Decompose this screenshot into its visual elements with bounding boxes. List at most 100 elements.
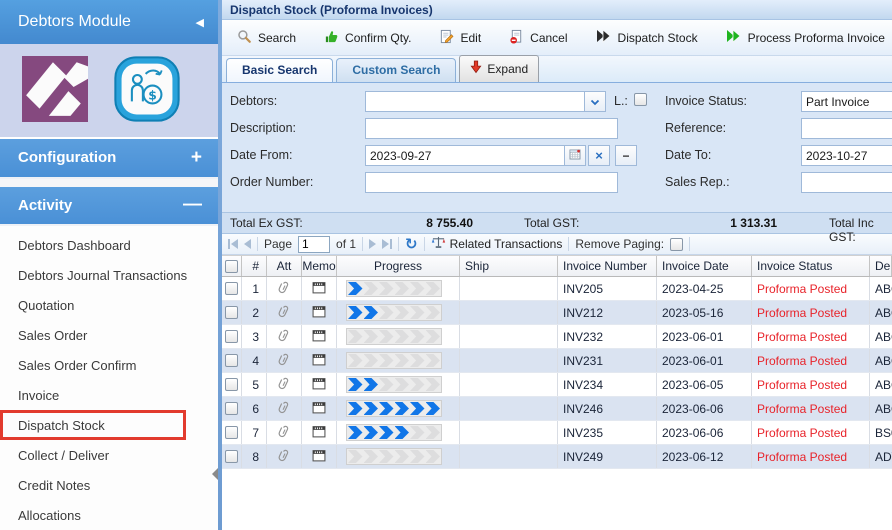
- related-transactions-button[interactable]: Related Transactions: [431, 236, 563, 252]
- edit-button[interactable]: Edit: [430, 24, 490, 52]
- table-row[interactable]: 6INV2462023-06-06Proforma PostedABC0: [222, 397, 892, 421]
- column-header-select[interactable]: [222, 256, 242, 276]
- row-select-cell[interactable]: [222, 301, 242, 324]
- row-checkbox[interactable]: [225, 330, 238, 343]
- memo-cell[interactable]: [302, 325, 337, 348]
- memo-cell[interactable]: [302, 445, 337, 468]
- sidebar-item-sales-order-confirm[interactable]: Sales Order Confirm: [0, 350, 218, 380]
- reference-input[interactable]: [801, 118, 892, 139]
- sidebar-item-debtors-dashboard[interactable]: Debtors Dashboard: [0, 230, 218, 260]
- date-from-clear-button[interactable]: ×: [588, 145, 610, 166]
- accordion-activity[interactable]: Activity —: [0, 187, 218, 226]
- memo-cell[interactable]: [302, 301, 337, 324]
- page-number-input[interactable]: [298, 236, 330, 253]
- row-select-cell[interactable]: [222, 373, 242, 396]
- description-input[interactable]: [365, 118, 618, 139]
- date-from-input[interactable]: [365, 145, 565, 166]
- sidebar-item-quotation[interactable]: Quotation: [0, 290, 218, 320]
- invoice-date-cell: 2023-06-06: [657, 397, 752, 420]
- last-page-button[interactable]: [382, 239, 392, 249]
- accordion-configuration[interactable]: Configuration +: [0, 139, 218, 178]
- cancel-button[interactable]: Cancel: [500, 24, 576, 52]
- search-button[interactable]: Search: [228, 24, 305, 52]
- table-row[interactable]: 3INV2322023-06-01Proforma PostedABC0: [222, 325, 892, 349]
- attachment-cell[interactable]: [267, 373, 302, 396]
- tab-custom-search[interactable]: Custom Search: [336, 58, 456, 82]
- table-row[interactable]: 5INV2342023-06-05Proforma PostedABC0: [222, 373, 892, 397]
- row-checkbox[interactable]: [225, 378, 238, 391]
- row-select-cell[interactable]: [222, 325, 242, 348]
- total-inc-gst-label: Total Inc GST:: [829, 216, 892, 244]
- attachment-cell[interactable]: [267, 277, 302, 300]
- sidebar-item-invoice[interactable]: Invoice: [0, 380, 218, 410]
- row-checkbox[interactable]: [225, 354, 238, 367]
- row-select-cell[interactable]: [222, 397, 242, 420]
- progress-cell: [337, 277, 460, 300]
- row-checkbox[interactable]: [225, 282, 238, 295]
- invoice-status-dropdown[interactable]: [801, 91, 892, 112]
- prev-page-button[interactable]: [244, 239, 251, 249]
- dispatch-stock-button[interactable]: Dispatch Stock: [587, 24, 707, 51]
- refresh-icon[interactable]: ↻: [405, 237, 418, 252]
- l-checkbox[interactable]: [634, 93, 647, 106]
- column-header-debtor[interactable]: Debtor: [870, 256, 892, 276]
- attachment-cell[interactable]: [267, 301, 302, 324]
- row-checkbox[interactable]: [225, 450, 238, 463]
- memo-cell[interactable]: [302, 397, 337, 420]
- row-select-cell[interactable]: [222, 421, 242, 444]
- first-page-button[interactable]: [228, 239, 238, 249]
- sidebar-item-collect-deliver[interactable]: Collect / Deliver: [0, 440, 218, 470]
- attachment-cell[interactable]: [267, 397, 302, 420]
- date-from-calendar-button[interactable]: [564, 145, 586, 166]
- sidebar-item-allocations[interactable]: Allocations: [0, 500, 218, 530]
- order-number-input[interactable]: [365, 172, 618, 193]
- attachment-cell[interactable]: [267, 325, 302, 348]
- sidebar-collapse-icon[interactable]: ◀: [196, 16, 204, 29]
- tab-basic-search[interactable]: Basic Search: [226, 58, 333, 82]
- invoice-status-cell: Proforma Posted: [752, 373, 870, 396]
- expand-button[interactable]: Expand: [459, 55, 539, 82]
- sidebar-item-dispatch-stock[interactable]: Dispatch Stock: [0, 410, 186, 440]
- row-checkbox[interactable]: [225, 426, 238, 439]
- column-header-att[interactable]: Att: [267, 256, 302, 276]
- sales-rep-input[interactable]: [801, 172, 892, 193]
- debtors-dropdown-button[interactable]: [584, 91, 606, 112]
- row-select-cell[interactable]: [222, 277, 242, 300]
- table-row[interactable]: 2INV2122023-05-16Proforma PostedABC0: [222, 301, 892, 325]
- column-header-#[interactable]: #: [242, 256, 267, 276]
- date-from-minus-button[interactable]: −: [615, 145, 637, 166]
- column-header-ship[interactable]: Ship: [460, 256, 558, 276]
- row-checkbox[interactable]: [225, 306, 238, 319]
- date-to-input[interactable]: [801, 145, 892, 166]
- splitter-collapse-icon[interactable]: [212, 468, 218, 480]
- column-header-invoice-status[interactable]: Invoice Status: [752, 256, 870, 276]
- attachment-cell[interactable]: [267, 421, 302, 444]
- table-row[interactable]: 7INV2352023-06-06Proforma PostedBS00: [222, 421, 892, 445]
- process-proforma-invoice-button[interactable]: Process Proforma Invoice: [717, 24, 892, 51]
- select-all-checkbox[interactable]: [225, 260, 238, 273]
- sidebar-item-sales-order[interactable]: Sales Order: [0, 320, 218, 350]
- debtors-input[interactable]: [365, 91, 585, 112]
- column-header-progress[interactable]: Progress: [337, 256, 460, 276]
- next-page-button[interactable]: [369, 239, 376, 249]
- sidebar-item-credit-notes[interactable]: Credit Notes: [0, 470, 218, 500]
- row-checkbox[interactable]: [225, 402, 238, 415]
- sidebar-splitter[interactable]: [218, 0, 222, 530]
- sidebar-item-debtors-journal-transactions[interactable]: Debtors Journal Transactions: [0, 260, 218, 290]
- memo-cell[interactable]: [302, 277, 337, 300]
- table-row[interactable]: 4INV2312023-06-01Proforma PostedABC0: [222, 349, 892, 373]
- memo-cell[interactable]: [302, 349, 337, 372]
- remove-paging-checkbox[interactable]: [670, 238, 683, 251]
- column-header-memo[interactable]: Memo: [302, 256, 337, 276]
- confirm-qty-button[interactable]: Confirm Qty.: [315, 24, 420, 52]
- column-header-invoice-number[interactable]: Invoice Number: [558, 256, 657, 276]
- attachment-cell[interactable]: [267, 445, 302, 468]
- memo-cell[interactable]: [302, 421, 337, 444]
- table-row[interactable]: 8INV2492023-06-12Proforma PostedADV0: [222, 445, 892, 469]
- column-header-invoice-date[interactable]: Invoice Date: [657, 256, 752, 276]
- attachment-cell[interactable]: [267, 349, 302, 372]
- memo-cell[interactable]: [302, 373, 337, 396]
- row-select-cell[interactable]: [222, 349, 242, 372]
- row-select-cell[interactable]: [222, 445, 242, 468]
- table-row[interactable]: 1INV2052023-04-25Proforma PostedABC0: [222, 277, 892, 301]
